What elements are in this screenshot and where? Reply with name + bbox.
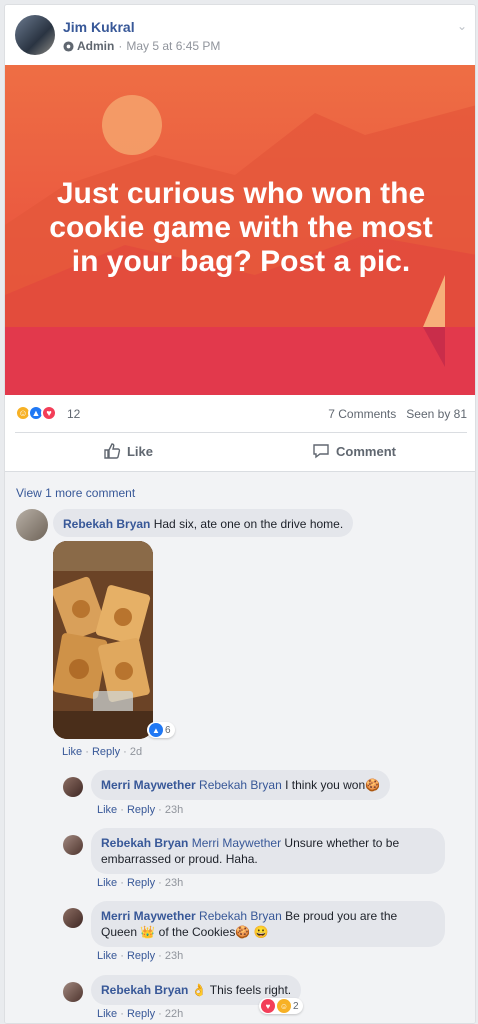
reply-bubble: Merri Maywether Rebekah Bryan Be proud y… <box>91 901 445 947</box>
comment-author[interactable]: Rebekah Bryan <box>63 517 150 531</box>
post-header: Jim Kukral Admin · May 5 at 6:45 PM ⌄ <box>15 15 467 57</box>
comment-reply-link[interactable]: Reply <box>92 746 120 758</box>
like-button[interactable]: Like <box>15 433 241 469</box>
reply-time[interactable]: 23h <box>165 950 183 962</box>
banner-text: Just curious who won the cookie game wit… <box>49 177 433 278</box>
comment-button[interactable]: Comment <box>241 433 467 469</box>
photo-like-badge[interactable]: ▲ 6 <box>147 722 175 738</box>
photo-like-count: 6 <box>165 724 171 736</box>
post-timestamp[interactable]: May 5 at 6:45 PM <box>126 39 220 53</box>
reply-actions: Like · Reply · 23h <box>97 804 184 816</box>
author-name[interactable]: Jim Kukral <box>63 19 135 35</box>
reply-like-link[interactable]: Like <box>97 1008 117 1020</box>
comment-photo[interactable] <box>53 541 153 739</box>
reaction-icons[interactable]: ☺ ▲ ♥ <box>15 405 57 421</box>
admin-badge: Admin <box>63 39 114 53</box>
shield-icon <box>63 40 74 52</box>
reply-text: 👌 This feels right. <box>191 983 292 997</box>
comment-actions: Like · Reply · 2d <box>62 746 143 758</box>
comment-icon <box>313 444 329 459</box>
reply-avatar[interactable] <box>63 908 83 928</box>
reply-avatar[interactable] <box>63 777 83 797</box>
post-meta: Admin · May 5 at 6:45 PM <box>63 39 220 53</box>
reply-reaction-badge[interactable]: ♥ ☺ 2 <box>259 998 303 1014</box>
reply-time[interactable]: 22h <box>165 1008 183 1020</box>
reply-like-link[interactable]: Like <box>97 950 117 962</box>
comment-text: Had six, ate one on the drive home. <box>153 517 344 531</box>
stats-right: 7 Comments Seen by 81 <box>328 407 467 421</box>
comment-label: Comment <box>336 443 396 459</box>
thumbs-up-icon <box>104 443 121 459</box>
comment-like-link[interactable]: Like <box>62 746 82 758</box>
reply-reply-link[interactable]: Reply <box>127 877 155 889</box>
comments-count[interactable]: 7 Comments <box>328 407 396 421</box>
reply-actions: Like · Reply · 23h <box>97 950 184 962</box>
admin-label: Admin <box>77 39 115 53</box>
haha-icon: ☺ <box>277 999 291 1013</box>
reply-reply-link[interactable]: Reply <box>127 804 155 816</box>
reply-like-link[interactable]: Like <box>97 877 117 889</box>
like-label: Like <box>126 443 153 459</box>
like-icon: ▲ <box>149 723 163 737</box>
commenter-avatar[interactable] <box>16 509 48 541</box>
reply-author[interactable]: Merri Maywether <box>101 909 196 923</box>
reply-reply-link[interactable]: Reply <box>127 1008 155 1020</box>
reply-reaction-count: 2 <box>293 1000 299 1012</box>
comment-bubble: Rebekah Bryan Had six, ate one on the dr… <box>53 509 354 537</box>
reply-time[interactable]: 23h <box>165 804 183 816</box>
post-banner: Just curious who won the cookie game wit… <box>5 65 475 395</box>
meta-separator: · <box>118 39 123 53</box>
reply-time[interactable]: 23h <box>165 877 183 889</box>
author-avatar[interactable] <box>15 15 55 55</box>
view-more-comments[interactable]: View 1 more comment <box>16 486 135 500</box>
reply-tag[interactable]: Rebekah Bryan <box>199 778 282 792</box>
post-card: Jim Kukral Admin · May 5 at 6:45 PM ⌄ Ju… <box>4 4 476 1024</box>
reply-actions: Like · Reply · 22h <box>97 1008 184 1020</box>
reply-tag[interactable]: Rebekah Bryan <box>199 909 282 923</box>
reply-avatar[interactable] <box>63 982 83 1002</box>
love-icon: ♥ <box>41 405 57 421</box>
seen-by[interactable]: Seen by 81 <box>406 407 467 421</box>
comments-section: View 1 more comment Rebekah Bryan Had si… <box>5 471 475 1023</box>
chevron-down-icon[interactable]: ⌄ <box>457 19 467 33</box>
post-stats: ☺ ▲ ♥ 12 7 Comments Seen by 81 <box>15 403 467 427</box>
reply-bubble: Rebekah Bryan Merri Maywether Unsure whe… <box>91 828 445 874</box>
reply-author[interactable]: Rebekah Bryan <box>101 983 188 997</box>
reply-reply-link[interactable]: Reply <box>127 950 155 962</box>
reply-like-link[interactable]: Like <box>97 804 117 816</box>
action-bar: Like Comment <box>15 433 467 469</box>
reply-bubble: Merri Maywether Rebekah Bryan I think yo… <box>91 770 391 800</box>
reply-text: I think you won🍪 <box>285 778 381 792</box>
love-icon: ♥ <box>261 999 275 1013</box>
reply-avatar[interactable] <box>63 835 83 855</box>
comment-time[interactable]: 2d <box>130 746 142 758</box>
reaction-count[interactable]: 12 <box>67 407 80 421</box>
cookie-bag-photo <box>53 541 153 739</box>
reply-author[interactable]: Merri Maywether <box>101 778 196 792</box>
reply-actions: Like · Reply · 23h <box>97 877 184 889</box>
reply-tag[interactable]: Merri Maywether <box>192 836 281 850</box>
reply-author[interactable]: Rebekah Bryan <box>101 836 188 850</box>
